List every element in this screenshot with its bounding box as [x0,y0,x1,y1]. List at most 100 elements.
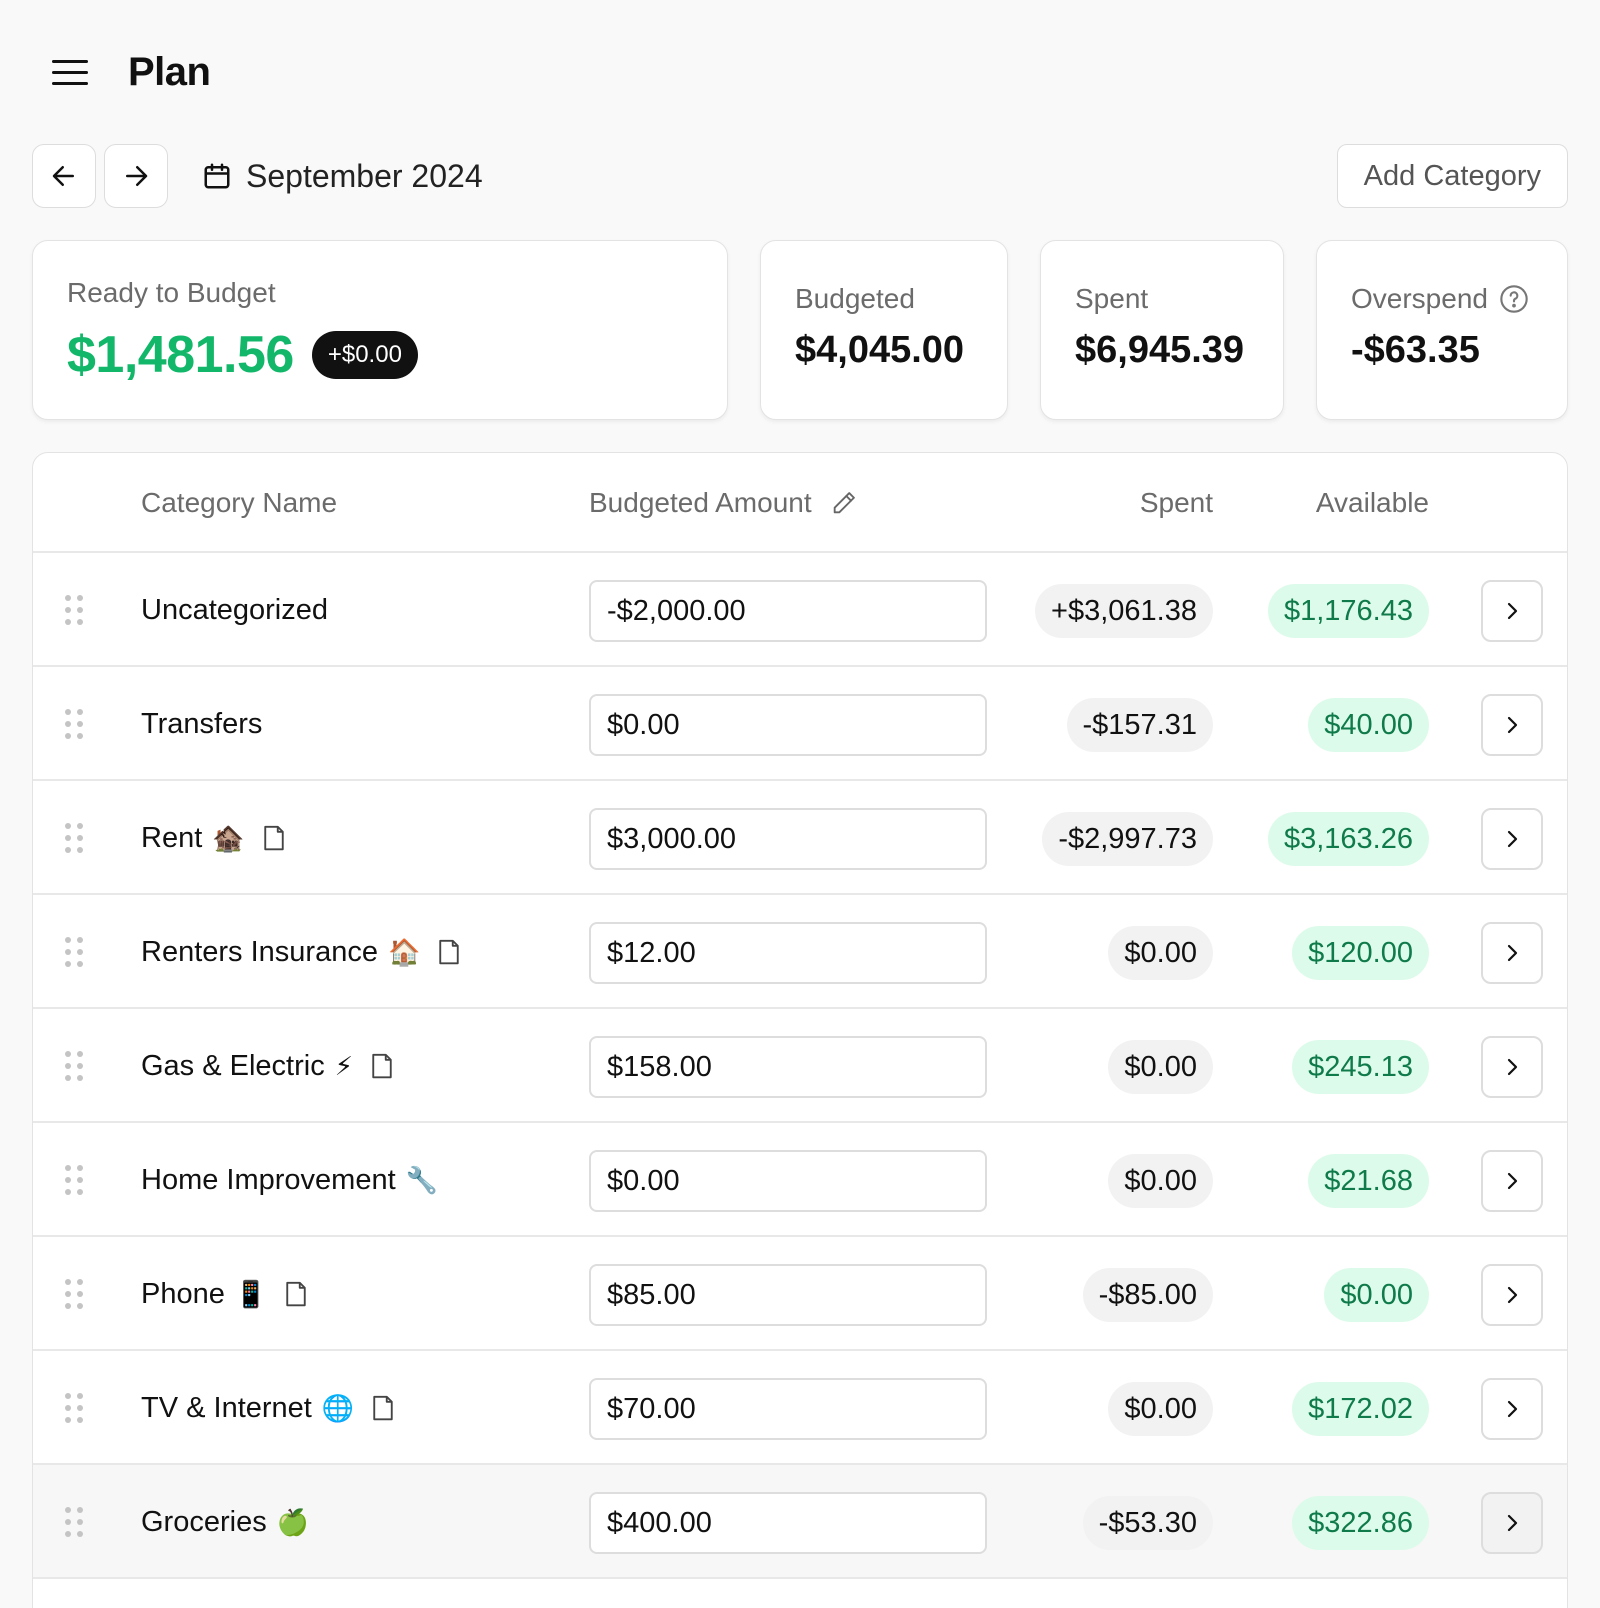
category-name-cell: Transfers [141,667,262,781]
spent-amount: $0.00 [1108,1382,1213,1436]
help-circle-icon[interactable] [1498,283,1530,315]
budgeted-amount-input[interactable] [589,922,987,984]
available-amount: $120.00 [1292,926,1429,980]
table-row: Renters Insurance 🏠 $0.00 $120.00 [33,895,1567,1009]
row-details-button[interactable] [1481,1264,1543,1326]
available-amount: $21.68 [1308,1154,1429,1208]
header-spent: Spent [1139,487,1213,518]
budgeted-label: Budgeted [795,283,915,314]
overspend-label-wrap: Overspend [1351,283,1530,315]
category-name-cell: Home Improvement 🔧 [141,1123,438,1237]
table-body: Uncategorized +$3,061.38 $1,176.43 Transfer… [33,553,1567,1579]
overspend-value: -$63.35 [1351,329,1480,371]
spent-value: $6,945.39 [1075,329,1245,371]
drag-handle-icon[interactable] [65,1393,83,1423]
summary-cards: Ready to Budget $1,481.56 +$0.00 Budgete… [32,240,1568,420]
calendar-icon [204,163,230,189]
drag-handle-icon[interactable] [65,1279,83,1309]
category-name: Renters Insurance [141,935,378,968]
hamburger-menu-icon[interactable] [52,52,92,92]
ready-to-budget-card: Ready to Budget $1,481.56 +$0.00 [32,240,728,420]
drag-handle-icon[interactable] [65,1165,83,1195]
budgeted-card: Budgeted $4,045.00 [760,240,1008,420]
drag-handle-icon[interactable] [65,1051,83,1081]
plan-page: Plan September 2024 Add Category Ready t… [0,0,1600,1608]
overspend-label: Overspend [1351,283,1488,314]
budgeted-amount-input[interactable] [589,1378,987,1440]
category-name: Home Improvement [141,1163,396,1196]
row-details-button[interactable] [1481,694,1543,756]
header-category-name: Category Name [141,487,338,518]
row-details-button[interactable] [1481,1036,1543,1098]
table-header: Category Name Budgeted Amount Spent Avai… [33,453,1567,553]
month-toolbar: September 2024 Add Category [32,144,1568,208]
note-icon[interactable] [368,1393,398,1423]
chevron-right-icon [1507,1400,1518,1418]
note-icon[interactable] [367,1051,397,1081]
row-details-button[interactable] [1481,808,1543,870]
drag-handle-icon[interactable] [65,937,83,967]
category-emoji: 🔧 [405,1164,439,1195]
category-emoji: 📱 [234,1278,268,1309]
ready-to-budget-value: $1,481.56 [67,326,294,384]
header-budgeted-label: Budgeted Amount [589,487,812,518]
table-row: Home Improvement 🔧 $0.00 $21.68 [33,1123,1567,1237]
category-name-cell: Rent 🏚️ [141,781,289,895]
page-title: Plan [128,49,211,94]
note-icon[interactable] [434,937,464,967]
table-row: TV & Internet 🌐 $0.00 $172.02 [33,1351,1567,1465]
category-emoji: 🌐 [321,1392,355,1423]
previous-month-button[interactable] [32,144,96,208]
category-name: Uncategorized [141,593,328,626]
budgeted-amount-input[interactable] [589,808,987,870]
note-icon[interactable] [281,1279,311,1309]
spent-card: Spent $6,945.39 [1040,240,1284,420]
spent-amount: -$2,997.73 [1042,812,1213,866]
overspend-card: Overspend -$63.35 [1316,240,1568,420]
pencil-icon[interactable] [830,489,858,517]
table-row: Rent 🏚️ -$2,997.73 $3,163.26 [33,781,1567,895]
chevron-right-icon [1507,830,1518,848]
row-details-button[interactable] [1481,1150,1543,1212]
table-row: Groceries 🍏 -$53.30 $322.86 [33,1465,1567,1579]
category-emoji: ⚡ [334,1050,353,1081]
spent-amount: $0.00 [1108,1040,1213,1094]
available-amount: $40.00 [1308,698,1429,752]
month-selector[interactable]: September 2024 [202,158,483,195]
header-available: Available [1315,487,1429,518]
drag-handle-icon[interactable] [65,709,83,739]
drag-handle-icon[interactable] [65,1507,83,1537]
row-details-button[interactable] [1481,1378,1543,1440]
row-details-button[interactable] [1481,580,1543,642]
spent-amount: $0.00 [1108,1154,1213,1208]
row-details-button[interactable] [1481,922,1543,984]
arrow-left-icon [52,166,74,186]
category-name: Gas & Electric [141,1049,325,1082]
drag-handle-icon[interactable] [65,595,83,625]
category-name: TV & Internet [141,1391,312,1424]
top-bar: Plan [52,44,211,100]
ready-to-budget-label: Ready to Budget [67,277,276,308]
add-category-button[interactable]: Add Category [1336,144,1568,208]
category-name: Phone [141,1277,225,1310]
budgeted-amount-input[interactable] [589,1150,987,1212]
ready-to-budget-badge: +$0.00 [311,331,418,379]
budgeted-amount-input[interactable] [589,1036,987,1098]
budgeted-amount-input[interactable] [589,694,987,756]
budgeted-value: $4,045.00 [795,329,965,371]
budgeted-amount-input[interactable] [589,1492,987,1554]
available-amount: $3,163.26 [1267,812,1429,866]
next-month-button[interactable] [104,144,168,208]
category-name-cell: Renters Insurance 🏠 [141,895,464,1009]
category-name-cell: Gas & Electric ⚡ [141,1009,397,1123]
spent-amount: -$157.31 [1066,698,1213,752]
available-amount: $0.00 [1324,1268,1429,1322]
drag-handle-icon[interactable] [65,823,83,853]
available-amount: $1,176.43 [1267,584,1429,638]
note-icon[interactable] [259,823,289,853]
budgeted-amount-input[interactable] [589,1264,987,1326]
budgeted-amount-input[interactable] [589,580,987,642]
month-label: September 2024 [246,157,483,194]
row-details-button[interactable] [1481,1492,1543,1554]
category-name: Transfers [141,707,263,740]
